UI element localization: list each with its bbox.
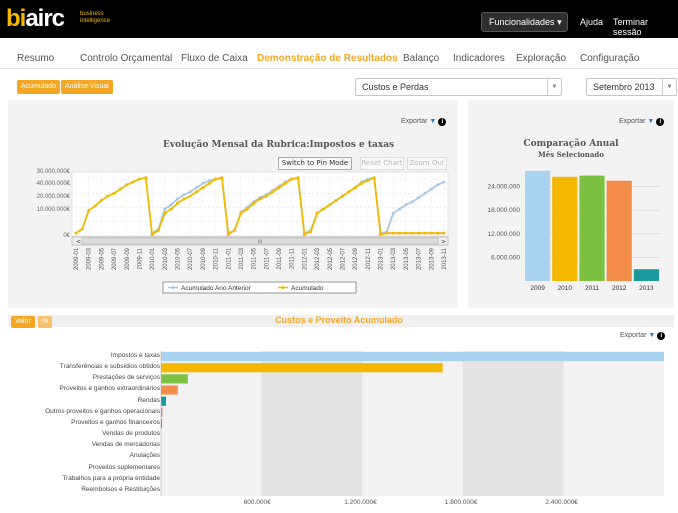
hbar-chart xyxy=(160,351,664,496)
plot-band xyxy=(261,351,363,496)
plot-area xyxy=(161,351,664,496)
bar xyxy=(161,363,443,373)
bar xyxy=(161,352,664,362)
x-tick-label: 1.200.000€ xyxy=(344,499,377,506)
plot-band xyxy=(462,351,564,496)
bar xyxy=(161,374,188,384)
x-tick-label: 600.000€ xyxy=(243,499,271,506)
x-tick-label: 1.800.000€ xyxy=(444,499,478,506)
x-tick-label: 2.400.000€ xyxy=(545,499,578,506)
bar xyxy=(161,385,178,395)
bar xyxy=(161,396,167,406)
